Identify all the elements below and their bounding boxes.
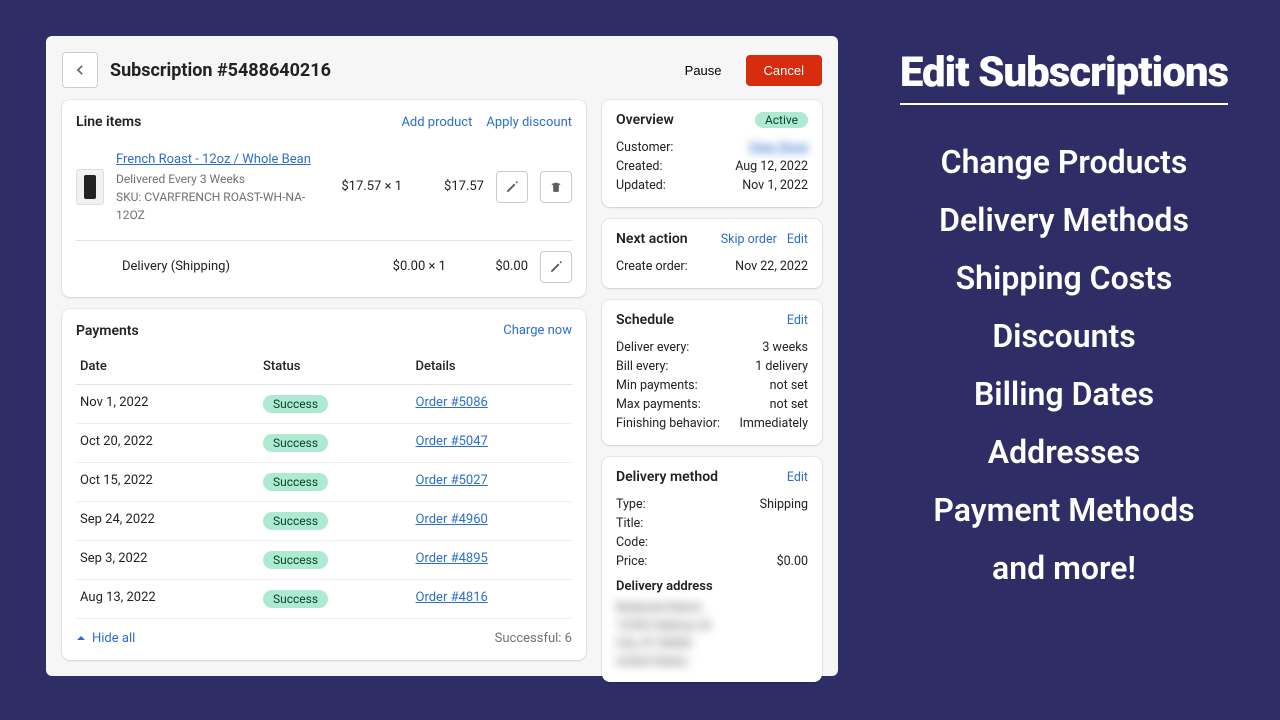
delivery-address-title: Delivery address — [616, 579, 808, 594]
overview-card: Overview Active Customer:View Store Crea… — [602, 100, 822, 207]
payment-row: Aug 13, 2022 Success Order #4816 — [76, 580, 572, 619]
page-header: Subscription #5488640216 Pause Cancel — [62, 48, 822, 100]
promo-heading: Edit Subscriptions — [900, 48, 1228, 105]
line-items-title: Line items — [76, 114, 401, 130]
max-payments: not set — [770, 397, 808, 412]
order-link[interactable]: Order #5086 — [416, 395, 488, 410]
promo-sidebar: Edit Subscriptions Change Products Delive… — [838, 0, 1280, 720]
promo-line: Change Products — [868, 143, 1260, 181]
payment-row: Nov 1, 2022 Success Order #5086 — [76, 385, 572, 424]
delivery-price: $0.00 — [777, 554, 808, 569]
payment-row: Oct 20, 2022 Success Order #5047 — [76, 424, 572, 463]
payment-date: Sep 3, 2022 — [80, 551, 263, 569]
delivery-total: $0.00 — [458, 259, 528, 274]
col-status: Status — [263, 359, 416, 374]
delivery-frequency: Delivered Every 3 Weeks — [116, 172, 245, 186]
payment-date: Nov 1, 2022 — [80, 395, 263, 413]
arrow-left-icon — [72, 62, 88, 78]
order-link[interactable]: Order #5027 — [416, 473, 488, 488]
payment-row: Sep 24, 2022 Success Order #4960 — [76, 502, 572, 541]
trash-icon — [549, 180, 563, 194]
create-order-date: Nov 22, 2022 — [735, 259, 808, 274]
min-payments: not set — [770, 378, 808, 393]
status-badge: Active — [755, 112, 808, 128]
pause-button[interactable]: Pause — [673, 55, 734, 86]
finishing-behavior: Immediately — [739, 416, 808, 431]
payment-status-badge: Success — [263, 473, 328, 491]
edit-schedule-link[interactable]: Edit — [787, 313, 808, 328]
delivery-label: Delivery (Shipping) — [122, 259, 364, 274]
promo-line: Billing Dates — [868, 375, 1260, 413]
page-title: Subscription #5488640216 — [110, 60, 661, 81]
product-link[interactable]: French Roast - 12oz / Whole Bean — [116, 152, 311, 167]
pencil-icon — [505, 180, 519, 194]
apply-discount-link[interactable]: Apply discount — [486, 115, 572, 130]
overview-title: Overview — [616, 112, 755, 128]
bill-every: 1 delivery — [755, 359, 808, 374]
edit-item-button[interactable] — [496, 171, 528, 203]
line-item-row: French Roast - 12oz / Whole Bean Deliver… — [76, 140, 572, 234]
payment-row: Oct 15, 2022 Success Order #5027 — [76, 463, 572, 502]
order-link[interactable]: Order #4960 — [416, 512, 488, 527]
promo-line: Addresses — [868, 433, 1260, 471]
payments-header-row: Date Status Details — [76, 349, 572, 385]
line-items-card: Line items Add product Apply discount Fr… — [62, 100, 586, 297]
payments-card: Payments Charge now Date Status Details … — [62, 309, 586, 660]
delivery-price-qty: $0.00 × 1 — [376, 259, 446, 274]
payment-status-badge: Success — [263, 512, 328, 530]
add-product-link[interactable]: Add product — [401, 115, 472, 130]
delivery-type: Shipping — [760, 497, 808, 512]
delivery-row: Delivery (Shipping) $0.00 × 1 $0.00 — [76, 240, 572, 283]
hide-all-toggle[interactable]: Hide all — [76, 631, 135, 646]
promo-line: and more! — [868, 549, 1260, 587]
promo-line: Payment Methods — [868, 491, 1260, 529]
schedule-card: Schedule Edit Deliver every:3 weeks Bill… — [602, 300, 822, 445]
item-total: $17.57 — [414, 179, 484, 194]
pencil-icon — [549, 260, 563, 274]
delete-item-button[interactable] — [540, 171, 572, 203]
payment-status-badge: Success — [263, 590, 328, 608]
order-link[interactable]: Order #5047 — [416, 434, 488, 449]
successful-count: Successful: 6 — [495, 631, 572, 646]
payment-date: Oct 20, 2022 — [80, 434, 263, 452]
back-button[interactable] — [62, 52, 98, 88]
cancel-button[interactable]: Cancel — [746, 55, 822, 86]
payment-status-badge: Success — [263, 551, 328, 569]
payment-date: Sep 24, 2022 — [80, 512, 263, 530]
delivery-method-title: Delivery method — [616, 469, 787, 485]
edit-delivery-button[interactable] — [540, 251, 572, 283]
caret-up-icon — [76, 633, 86, 643]
item-price-qty: $17.57 × 1 — [332, 179, 402, 194]
edit-next-action-link[interactable]: Edit — [787, 232, 808, 247]
skip-order-link[interactable]: Skip order — [721, 232, 777, 247]
order-link[interactable]: Order #4816 — [416, 590, 488, 605]
order-link[interactable]: Order #4895 — [416, 551, 488, 566]
promo-line: Delivery Methods — [868, 201, 1260, 239]
payment-row: Sep 3, 2022 Success Order #4895 — [76, 541, 572, 580]
col-details: Details — [416, 359, 569, 374]
col-date: Date — [80, 359, 263, 374]
product-sku: SKU: CVARFRENCH ROAST-WH-NA-12OZ — [116, 190, 305, 222]
deliver-every: 3 weeks — [762, 340, 808, 355]
subscription-panel: Subscription #5488640216 Pause Cancel Li… — [46, 36, 838, 676]
promo-line: Discounts — [868, 317, 1260, 355]
payment-date: Aug 13, 2022 — [80, 590, 263, 608]
promo-line: Shipping Costs — [868, 259, 1260, 297]
next-action-card: Next action Skip order Edit Create order… — [602, 219, 822, 288]
created-date: Aug 12, 2022 — [735, 159, 808, 174]
delivery-method-card: Delivery method Edit Type:Shipping Title… — [602, 457, 822, 682]
next-action-title: Next action — [616, 231, 721, 247]
payments-title: Payments — [76, 323, 503, 339]
delivery-address-block: Redacted Name 12345 Address St City, ST … — [616, 598, 808, 670]
schedule-title: Schedule — [616, 312, 787, 328]
charge-now-link[interactable]: Charge now — [503, 323, 572, 338]
payment-status-badge: Success — [263, 434, 328, 452]
payment-date: Oct 15, 2022 — [80, 473, 263, 491]
edit-delivery-method-link[interactable]: Edit — [787, 470, 808, 485]
updated-date: Nov 1, 2022 — [742, 178, 808, 193]
payment-status-badge: Success — [263, 395, 328, 413]
customer-link[interactable]: View Store — [749, 140, 808, 155]
product-thumbnail — [76, 169, 104, 205]
